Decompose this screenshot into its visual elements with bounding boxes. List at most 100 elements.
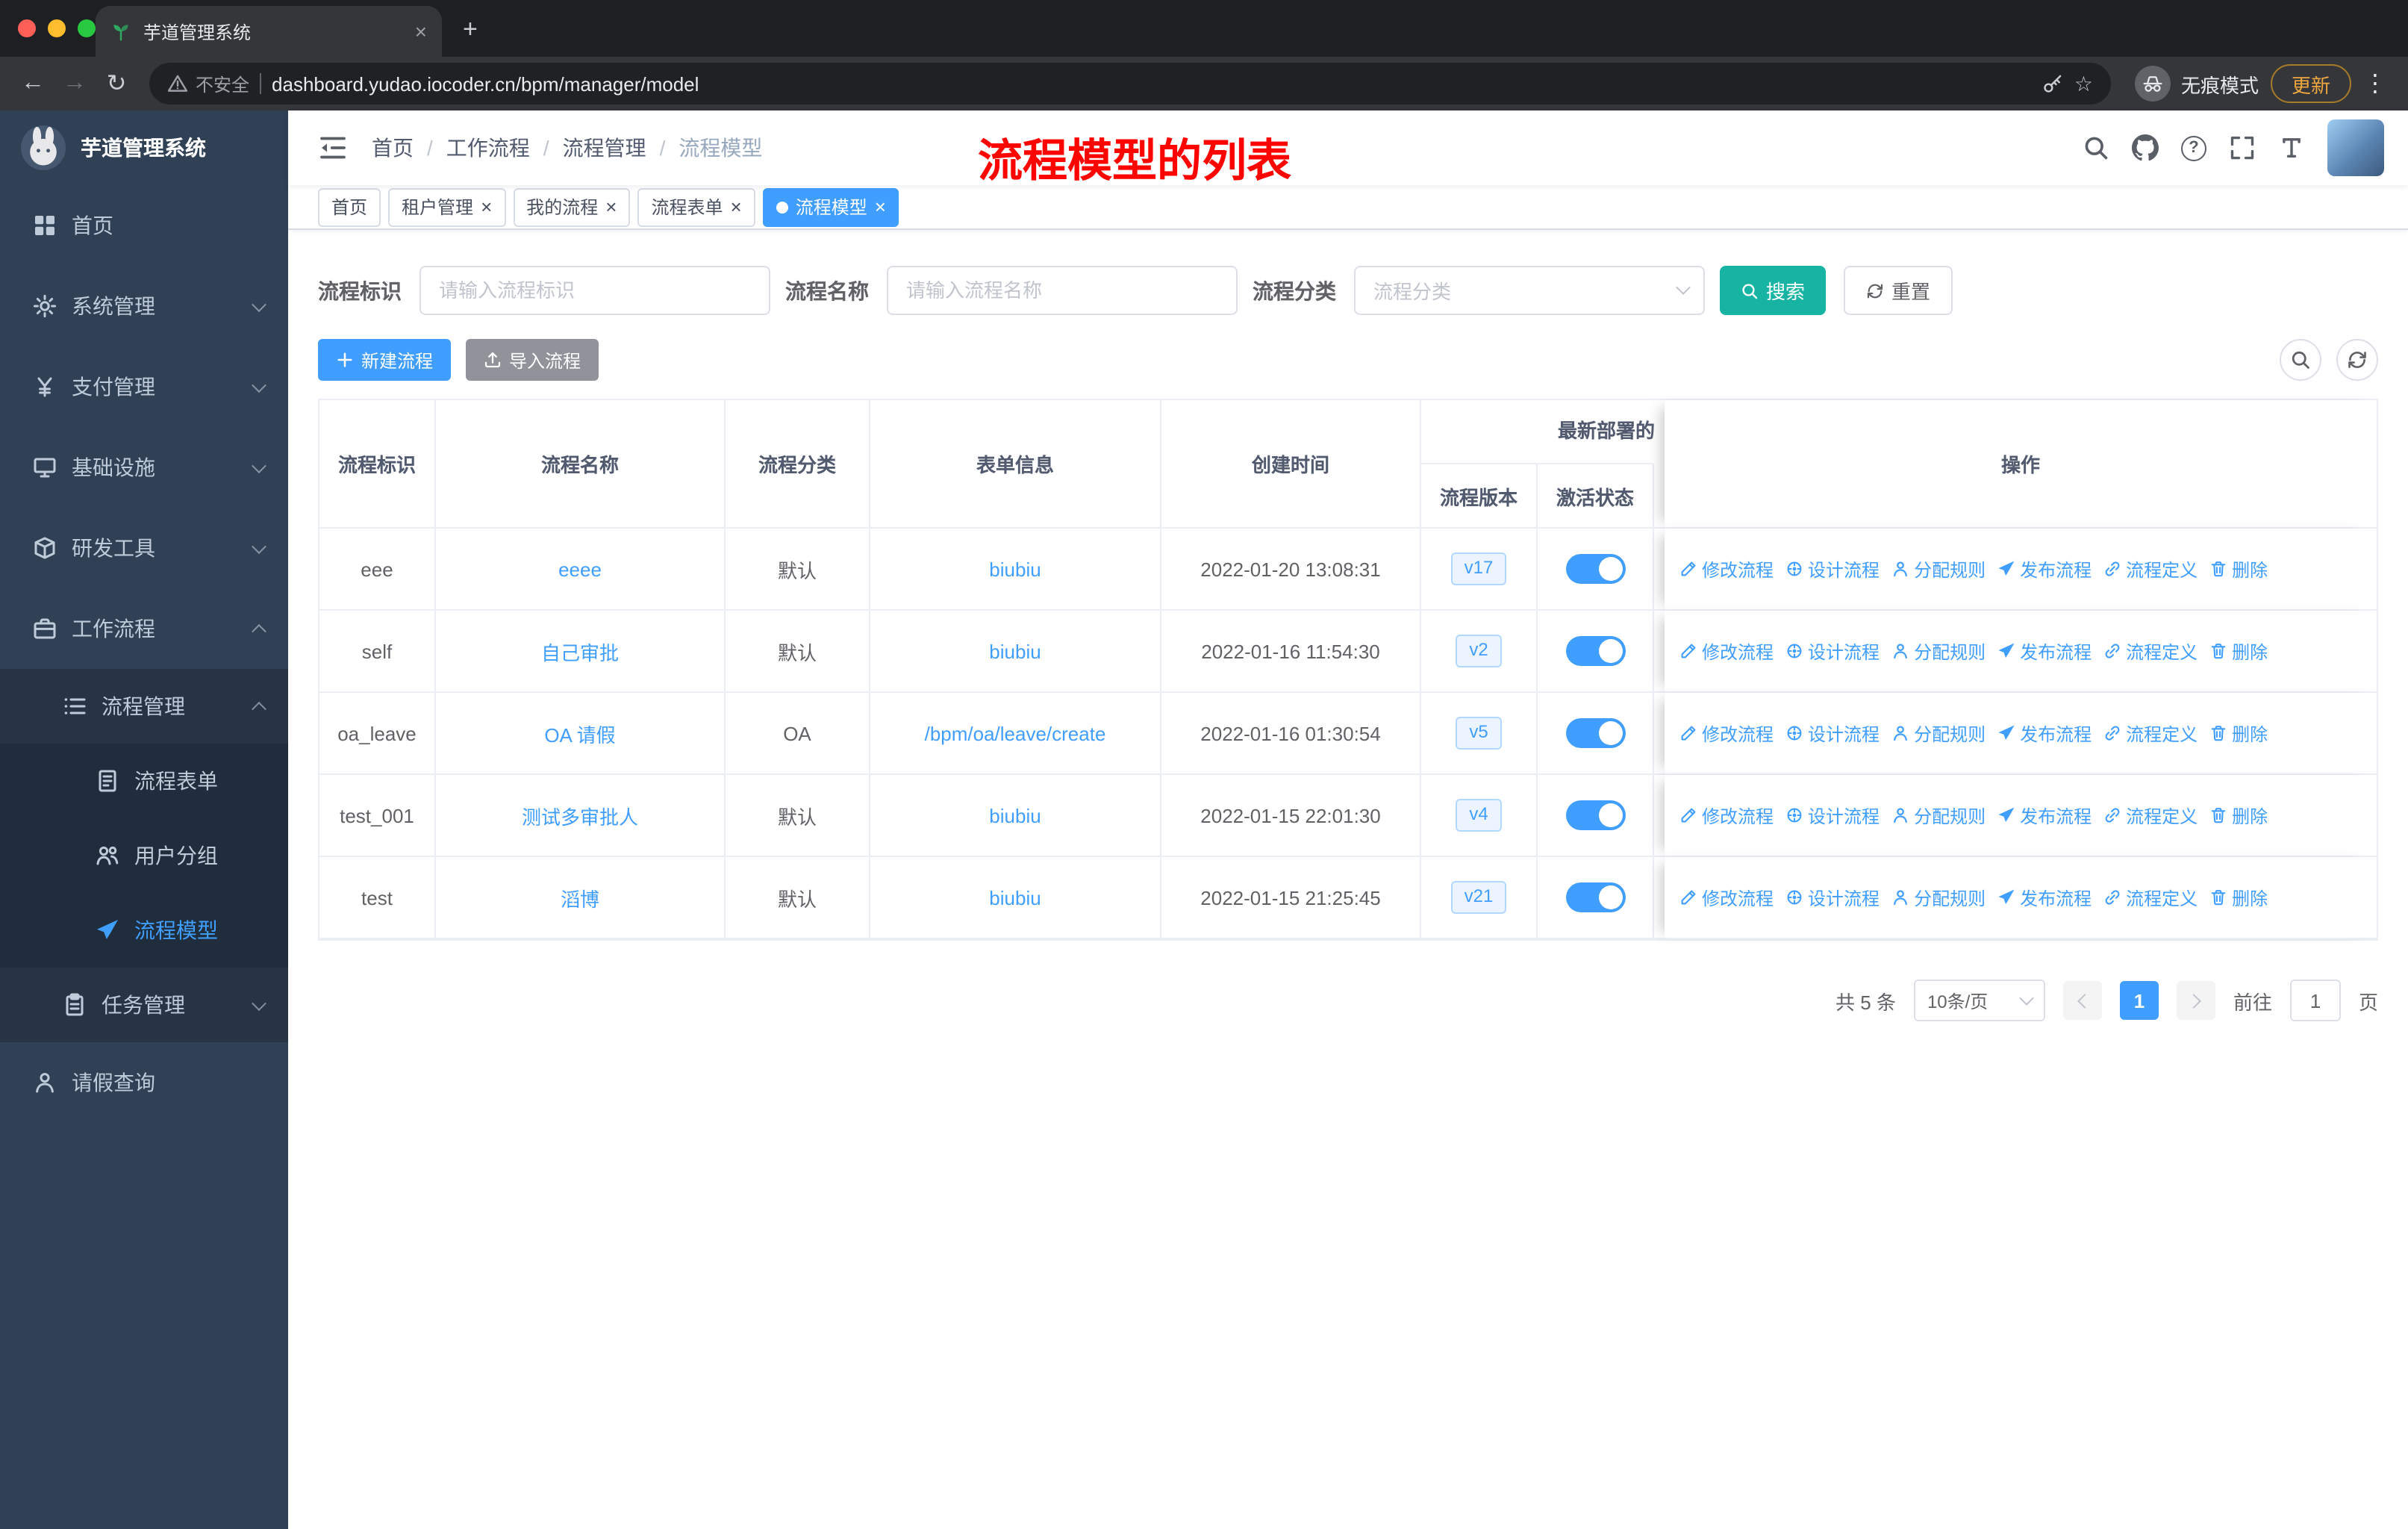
next-page-button[interactable] [2176, 981, 2215, 1020]
publish-process-link[interactable]: 发布流程 [1997, 720, 2092, 746]
hamburger-icon[interactable] [318, 133, 348, 163]
tag-process-form[interactable]: 流程表单 × [637, 187, 755, 226]
sidebar-item-leave-query[interactable]: 请假查询 [0, 1042, 288, 1123]
delete-link[interactable]: 删除 [2209, 803, 2268, 828]
category-select[interactable]: 流程分类 [1354, 266, 1705, 315]
tab-close-icon[interactable]: × [415, 19, 427, 43]
password-key-icon[interactable] [2043, 73, 2064, 94]
process-name-link[interactable]: 测试多审批人 [522, 801, 638, 829]
assign-rule-link[interactable]: 分配规则 [1891, 803, 1986, 828]
create-process-button[interactable]: 新建流程 [318, 339, 452, 381]
delete-link[interactable]: 删除 [2209, 556, 2268, 582]
process-name-link[interactable]: eeee [558, 558, 602, 580]
process-definition-link[interactable]: 流程定义 [2103, 803, 2198, 828]
sidebar-item-process-form[interactable]: 流程表单 [0, 744, 288, 818]
help-icon[interactable]: ? [2181, 135, 2206, 161]
process-key-input[interactable] [419, 266, 770, 315]
sidebar-item-devtools[interactable]: 研发工具 [0, 508, 288, 588]
form-info-link[interactable]: biubiu [989, 804, 1041, 826]
publish-process-link[interactable]: 发布流程 [1997, 638, 2092, 664]
tag-home[interactable]: 首页 [318, 187, 381, 226]
sidebar-item-payment[interactable]: 支付管理 [0, 346, 288, 427]
edit-process-link[interactable]: 修改流程 [1679, 556, 1774, 582]
sidebar-item-infrastructure[interactable]: 基础设施 [0, 427, 288, 508]
process-definition-link[interactable]: 流程定义 [2103, 556, 2198, 582]
design-process-link[interactable]: 设计流程 [1785, 803, 1880, 828]
search-button[interactable]: 搜索 [1720, 266, 1827, 315]
browser-tab[interactable]: 芋道管理系统 × [96, 6, 442, 57]
tag-process-model[interactable]: 流程模型 × [762, 187, 899, 226]
process-definition-link[interactable]: 流程定义 [2103, 885, 2198, 910]
breadcrumb-item[interactable]: 工作流程 [446, 133, 530, 163]
publish-process-link[interactable]: 发布流程 [1997, 556, 2092, 582]
process-definition-link[interactable]: 流程定义 [2103, 720, 2198, 746]
maximize-window-button[interactable] [78, 19, 96, 37]
process-name-link[interactable]: 滔博 [561, 883, 599, 912]
reset-button[interactable]: 重置 [1844, 266, 1953, 315]
page-number-1[interactable]: 1 [2119, 981, 2159, 1020]
design-process-link[interactable]: 设计流程 [1785, 720, 1880, 746]
sidebar-item-user-group[interactable]: 用户分组 [0, 818, 288, 893]
minimize-window-button[interactable] [48, 19, 66, 37]
form-info-link[interactable]: biubiu [989, 886, 1041, 909]
fullscreen-icon[interactable] [2229, 134, 2256, 161]
refresh-table-button[interactable] [2336, 339, 2378, 381]
back-button[interactable]: ← [12, 63, 54, 105]
edit-process-link[interactable]: 修改流程 [1679, 638, 1774, 664]
bookmark-star-icon[interactable]: ☆ [2074, 71, 2093, 96]
process-name-link[interactable]: OA 请假 [544, 719, 615, 747]
publish-process-link[interactable]: 发布流程 [1997, 803, 2092, 828]
goto-page-input[interactable] [2289, 980, 2341, 1021]
prev-page-button[interactable] [2062, 981, 2102, 1020]
assign-rule-link[interactable]: 分配规则 [1891, 638, 1986, 664]
process-definition-link[interactable]: 流程定义 [2103, 638, 2198, 664]
process-name-link[interactable]: 自己审批 [541, 637, 619, 665]
sidebar-item-workflow[interactable]: 工作流程 [0, 588, 288, 669]
design-process-link[interactable]: 设计流程 [1785, 885, 1880, 910]
form-info-link[interactable]: /bpm/oa/leave/create [925, 722, 1106, 744]
page-size-select[interactable]: 10条/页 [1913, 980, 2045, 1021]
reload-button[interactable]: ↻ [96, 63, 137, 105]
edit-process-link[interactable]: 修改流程 [1679, 803, 1774, 828]
close-icon[interactable]: × [875, 197, 886, 217]
sidebar-item-process-management[interactable]: 流程管理 [0, 669, 288, 744]
sidebar-item-process-model[interactable]: 流程模型 [0, 893, 288, 968]
publish-process-link[interactable]: 发布流程 [1997, 885, 2092, 910]
new-tab-button[interactable]: + [463, 15, 478, 45]
edit-process-link[interactable]: 修改流程 [1679, 720, 1774, 746]
close-icon[interactable]: × [605, 197, 617, 217]
search-icon[interactable] [2083, 134, 2109, 161]
sidebar-item-task-management[interactable]: 任务管理 [0, 968, 288, 1042]
delete-link[interactable]: 删除 [2209, 638, 2268, 664]
form-info-link[interactable]: biubiu [989, 558, 1041, 580]
close-icon[interactable]: × [731, 197, 742, 217]
forward-button[interactable]: → [54, 63, 96, 105]
toggle-search-button[interactable] [2280, 339, 2321, 381]
address-bar[interactable]: 不安全 dashboard.yudao.iocoder.cn/bpm/manag… [149, 63, 2111, 105]
delete-link[interactable]: 删除 [2209, 720, 2268, 746]
active-status-toggle[interactable] [1565, 882, 1625, 912]
sidebar-item-system[interactable]: 系统管理 [0, 266, 288, 346]
browser-update-button[interactable]: 更新 [2270, 64, 2351, 103]
sidebar-item-home[interactable]: 首页 [0, 185, 288, 266]
design-process-link[interactable]: 设计流程 [1785, 638, 1880, 664]
breadcrumb-item[interactable]: 首页 [372, 133, 414, 163]
github-icon[interactable] [2132, 134, 2159, 161]
form-info-link[interactable]: biubiu [989, 640, 1041, 662]
process-name-input[interactable] [887, 266, 1238, 315]
design-process-link[interactable]: 设计流程 [1785, 556, 1880, 582]
tag-my-process[interactable]: 我的流程 × [513, 187, 631, 226]
user-avatar[interactable] [2327, 119, 2384, 176]
tag-tenant-management[interactable]: 租户管理 × [388, 187, 506, 226]
delete-link[interactable]: 删除 [2209, 885, 2268, 910]
active-status-toggle[interactable] [1565, 554, 1625, 584]
browser-menu-icon[interactable]: ⋮ [2363, 69, 2387, 99]
active-status-toggle[interactable] [1565, 800, 1625, 830]
assign-rule-link[interactable]: 分配规则 [1891, 720, 1986, 746]
breadcrumb-item[interactable]: 流程管理 [563, 133, 646, 163]
edit-process-link[interactable]: 修改流程 [1679, 885, 1774, 910]
active-status-toggle[interactable] [1565, 718, 1625, 748]
close-icon[interactable]: × [481, 197, 492, 217]
security-chip[interactable]: 不安全 [167, 71, 249, 96]
close-window-button[interactable] [18, 19, 36, 37]
